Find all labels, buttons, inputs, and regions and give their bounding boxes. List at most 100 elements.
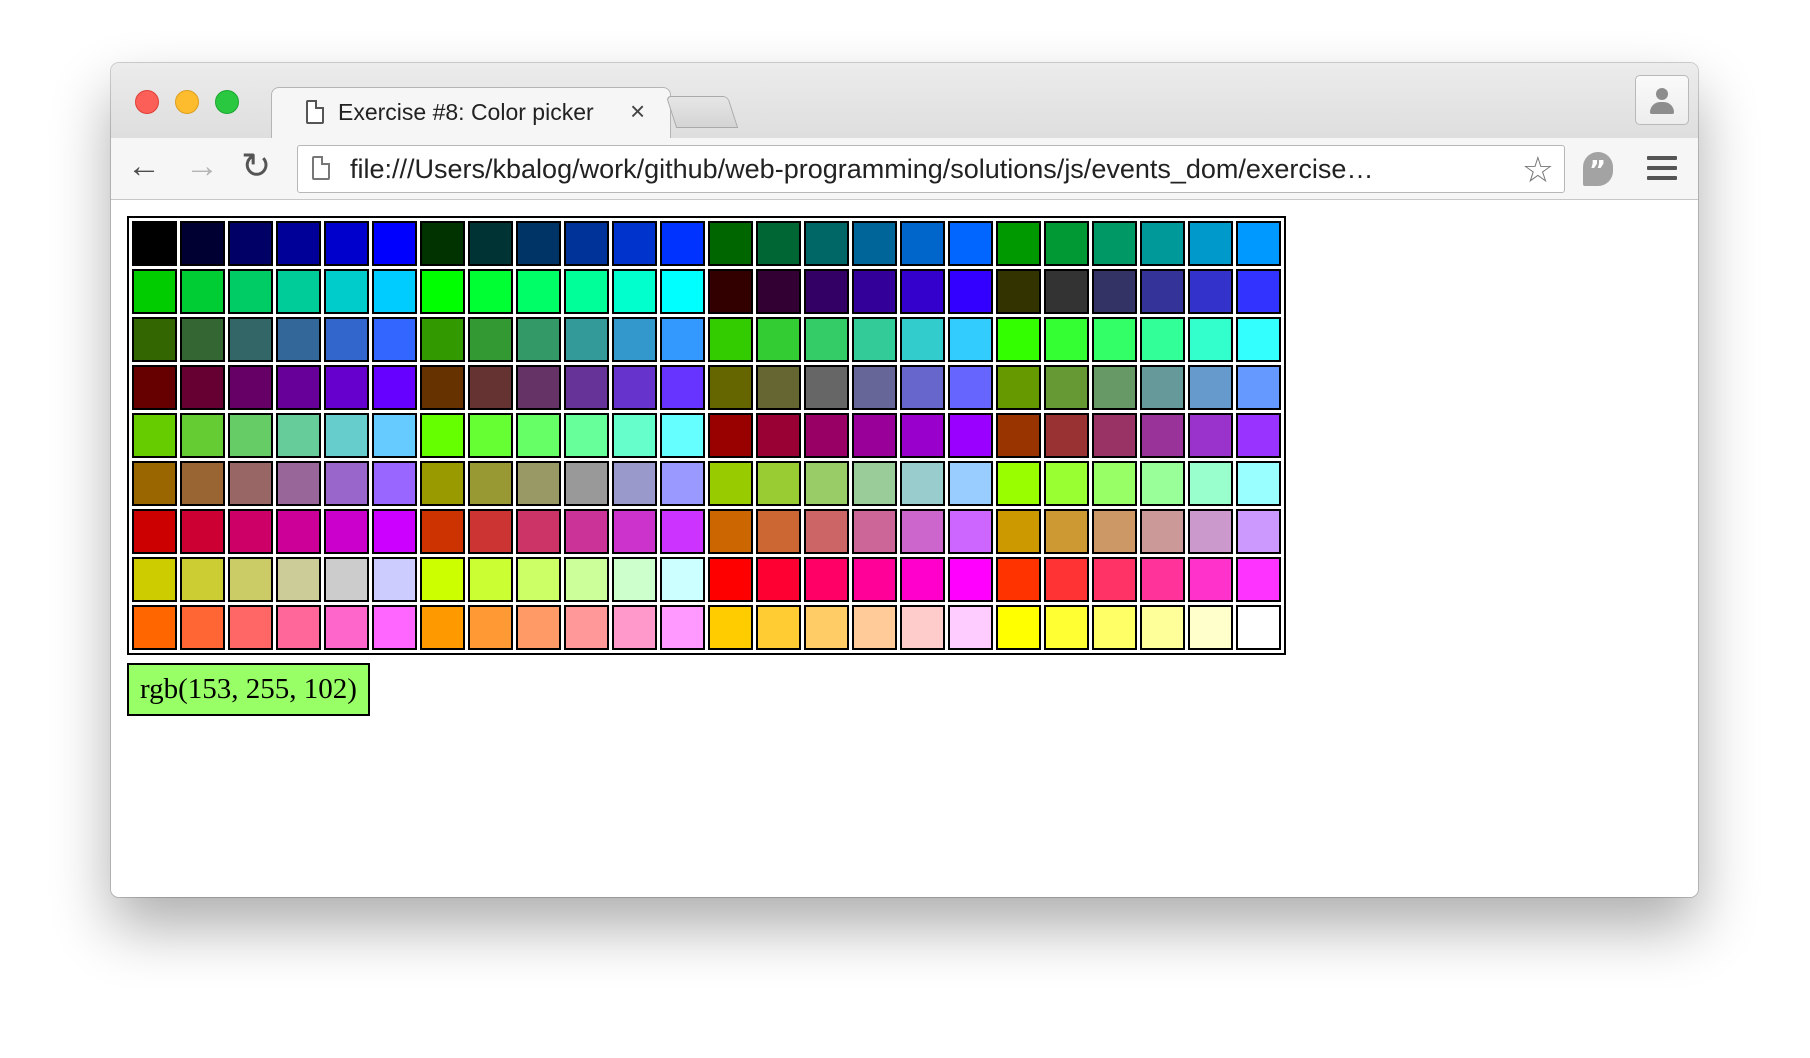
color-swatch[interactable] xyxy=(612,509,657,554)
color-swatch[interactable] xyxy=(132,221,177,266)
color-swatch[interactable] xyxy=(804,605,849,650)
color-swatch[interactable] xyxy=(852,605,897,650)
color-swatch[interactable] xyxy=(228,269,273,314)
color-swatch[interactable] xyxy=(420,557,465,602)
color-swatch[interactable] xyxy=(420,221,465,266)
color-swatch[interactable] xyxy=(900,413,945,458)
color-swatch[interactable] xyxy=(612,461,657,506)
color-swatch[interactable] xyxy=(708,605,753,650)
color-swatch[interactable] xyxy=(516,605,561,650)
color-swatch[interactable] xyxy=(660,365,705,410)
color-swatch[interactable] xyxy=(1044,509,1089,554)
color-swatch[interactable] xyxy=(468,317,513,362)
color-swatch[interactable] xyxy=(468,557,513,602)
color-swatch[interactable] xyxy=(324,557,369,602)
color-swatch[interactable] xyxy=(756,413,801,458)
color-swatch[interactable] xyxy=(1140,557,1185,602)
color-swatch[interactable] xyxy=(420,605,465,650)
color-swatch[interactable] xyxy=(516,269,561,314)
color-swatch[interactable] xyxy=(516,557,561,602)
color-swatch[interactable] xyxy=(420,269,465,314)
color-swatch[interactable] xyxy=(564,605,609,650)
color-swatch[interactable] xyxy=(324,221,369,266)
color-swatch[interactable] xyxy=(852,221,897,266)
close-window-button[interactable] xyxy=(135,90,159,114)
color-swatch[interactable] xyxy=(1140,461,1185,506)
color-swatch[interactable] xyxy=(1140,413,1185,458)
color-swatch[interactable] xyxy=(132,605,177,650)
color-swatch[interactable] xyxy=(660,317,705,362)
url-input[interactable]: file:///Users/kbalog/work/github/web-pro… xyxy=(350,152,1500,186)
forward-arrow-icon[interactable]: → xyxy=(185,146,219,186)
color-swatch[interactable] xyxy=(708,317,753,362)
color-swatch[interactable] xyxy=(180,269,225,314)
color-swatch[interactable] xyxy=(468,605,513,650)
color-swatch[interactable] xyxy=(420,317,465,362)
color-swatch[interactable] xyxy=(420,365,465,410)
color-swatch[interactable] xyxy=(660,557,705,602)
address-bar[interactable]: file:///Users/kbalog/work/github/web-pro… xyxy=(297,145,1565,193)
color-swatch[interactable] xyxy=(1092,221,1137,266)
color-swatch[interactable] xyxy=(804,461,849,506)
color-swatch[interactable] xyxy=(1236,269,1281,314)
color-swatch[interactable] xyxy=(372,461,417,506)
color-swatch[interactable] xyxy=(708,269,753,314)
color-swatch[interactable] xyxy=(180,221,225,266)
color-swatch[interactable] xyxy=(1236,509,1281,554)
color-swatch[interactable] xyxy=(804,365,849,410)
color-swatch[interactable] xyxy=(708,413,753,458)
color-swatch[interactable] xyxy=(228,221,273,266)
color-swatch[interactable] xyxy=(564,413,609,458)
color-swatch[interactable] xyxy=(132,365,177,410)
color-swatch[interactable] xyxy=(1236,557,1281,602)
color-swatch[interactable] xyxy=(1092,557,1137,602)
color-swatch[interactable] xyxy=(612,317,657,362)
color-swatch[interactable] xyxy=(276,221,321,266)
color-swatch[interactable] xyxy=(1236,461,1281,506)
color-swatch[interactable] xyxy=(660,413,705,458)
color-swatch[interactable] xyxy=(612,365,657,410)
color-swatch[interactable] xyxy=(228,365,273,410)
color-swatch[interactable] xyxy=(372,605,417,650)
color-swatch[interactable] xyxy=(1236,317,1281,362)
hangouts-icon[interactable]: ” xyxy=(1583,152,1613,186)
bookmark-star-icon[interactable]: ☆ xyxy=(1522,149,1554,191)
color-swatch[interactable] xyxy=(948,269,993,314)
color-swatch[interactable] xyxy=(180,461,225,506)
tab-close-icon[interactable]: × xyxy=(630,96,645,127)
color-swatch[interactable] xyxy=(1188,509,1233,554)
color-swatch[interactable] xyxy=(516,461,561,506)
color-swatch[interactable] xyxy=(132,461,177,506)
color-swatch[interactable] xyxy=(420,509,465,554)
color-swatch[interactable] xyxy=(948,509,993,554)
color-swatch[interactable] xyxy=(564,557,609,602)
color-swatch[interactable] xyxy=(996,221,1041,266)
color-swatch[interactable] xyxy=(228,461,273,506)
color-swatch[interactable] xyxy=(276,365,321,410)
color-swatch[interactable] xyxy=(1140,269,1185,314)
color-swatch[interactable] xyxy=(996,365,1041,410)
color-swatch[interactable] xyxy=(660,221,705,266)
color-swatch[interactable] xyxy=(324,509,369,554)
color-swatch[interactable] xyxy=(228,605,273,650)
color-swatch[interactable] xyxy=(276,509,321,554)
color-swatch[interactable] xyxy=(996,317,1041,362)
color-swatch[interactable] xyxy=(756,365,801,410)
color-swatch[interactable] xyxy=(900,461,945,506)
new-tab-button[interactable] xyxy=(665,96,739,128)
color-swatch[interactable] xyxy=(564,269,609,314)
color-swatch[interactable] xyxy=(468,509,513,554)
color-swatch[interactable] xyxy=(612,605,657,650)
color-swatch[interactable] xyxy=(1092,365,1137,410)
color-swatch[interactable] xyxy=(1140,221,1185,266)
color-swatch[interactable] xyxy=(852,557,897,602)
color-swatch[interactable] xyxy=(372,557,417,602)
color-swatch[interactable] xyxy=(468,221,513,266)
color-swatch[interactable] xyxy=(804,413,849,458)
color-swatch[interactable] xyxy=(468,413,513,458)
color-swatch[interactable] xyxy=(468,269,513,314)
color-swatch[interactable] xyxy=(372,509,417,554)
color-swatch[interactable] xyxy=(900,605,945,650)
color-swatch[interactable] xyxy=(276,557,321,602)
back-arrow-icon[interactable]: ← xyxy=(127,146,161,186)
